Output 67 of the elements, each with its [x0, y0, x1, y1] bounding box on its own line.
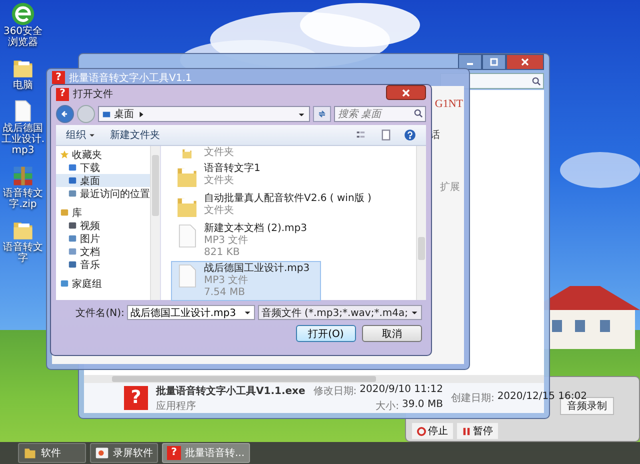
file-item[interactable]: 自动批量真人配音软件V2.6 ( win版 ) 文件夹 [171, 191, 376, 221]
file-type: 应用程序 [156, 400, 197, 412]
taskbar-label: 录屏软件 [113, 447, 153, 460]
desktop-icon[interactable]: 360安全浏览器 [0, 2, 46, 48]
navigation-item[interactable]: 桌面 [56, 174, 150, 187]
app-icon: ? [124, 386, 148, 410]
file-name: 批量语音转文字小工具V1.1.exe [156, 384, 306, 398]
file-size: 7.54 MB [204, 287, 246, 299]
taskbar-button[interactable]: 录屏软件 [90, 443, 158, 463]
desktop-icon[interactable]: 战后德国工业设计.mp3 [0, 99, 46, 156]
file-item[interactable]: 新建文本文档 (2).mp3 MP3 文件 821 KB [171, 221, 321, 261]
navigation-item[interactable]: 音乐 [56, 258, 150, 271]
app-icon: ? [52, 71, 65, 84]
file-type: MP3 文件 [204, 235, 250, 247]
file-type: 文件夹 [204, 205, 235, 217]
file-size: 821 KB [204, 247, 241, 259]
desktop-icon-label: 语音转文字.zip [2, 188, 44, 210]
desktop-icon-label: 战后德国工业设计.mp3 [0, 123, 46, 156]
navigation-item[interactable]: 视频 [56, 219, 150, 232]
desktop-icon-label: 语音转文字 [2, 242, 44, 264]
navigation-item[interactable]: 下载 [56, 161, 150, 174]
dialog-title: 打开文件 [73, 88, 113, 101]
file-type: 文件夹 [204, 175, 235, 187]
navigation-item[interactable]: 最近访问的位置 [56, 187, 150, 200]
desktop-icon-label: 电脑 [13, 80, 33, 91]
file-type-dropdown[interactable]: 音频文件 (*.mp3;*.wav;*.m4a; [258, 305, 422, 320]
file-name-label: 文件名(N): [76, 306, 124, 320]
organize-menu[interactable]: 组织 [62, 127, 100, 143]
file-item[interactable]: 语音转文字1 文件夹 [171, 161, 321, 191]
taskbar-button[interactable]: 软件 [18, 443, 86, 463]
modified-label: 修改日期: [313, 384, 357, 398]
size-label: 大小: [376, 400, 399, 412]
file-item[interactable]: 文件夹 [171, 146, 321, 161]
file-item[interactable]: 战后德国工业设计.mp3 MP3 文件 7.54 MB [171, 261, 321, 301]
file-name: 战后德国工业设计.mp3 [204, 263, 310, 274]
file-name: 新建文本文档 (2).mp3 [204, 223, 307, 234]
file-name-field[interactable]: 战后德国工业设计.mp3 [127, 305, 256, 320]
file-size: 39.0 MB [402, 398, 443, 412]
search-field[interactable]: 搜索 桌面 [334, 106, 426, 122]
file-type: 文件夹 [204, 147, 234, 159]
taskbar-button[interactable]: ? 批量语音转... [162, 443, 250, 463]
taskbar-label: 批量语音转... [185, 446, 245, 460]
taskbar-label: 软件 [41, 447, 61, 460]
file-name: 语音转文字1 [204, 163, 260, 174]
navigation-item[interactable]: 文档 [56, 245, 150, 258]
modified-date: 2020/9/10 11:12 [360, 384, 443, 396]
stop-button[interactable]: 停止 [412, 423, 453, 439]
open-button[interactable]: 打开(O) [296, 325, 356, 342]
desktop-icon[interactable]: 语音转文字.zip [0, 164, 46, 210]
file-type: MP3 文件 [204, 275, 250, 287]
file-name: 自动批量真人配音软件V2.6 ( win版 ) [204, 193, 372, 204]
new-folder-button[interactable]: 新建文件夹 [106, 127, 164, 143]
navigation-item[interactable]: 收藏夹 [56, 148, 150, 161]
app-icon: ? [56, 88, 69, 100]
label-text: 扩展 [440, 180, 460, 194]
brand-text: G1NT [434, 98, 463, 110]
created-label: 创建日期: [450, 392, 494, 405]
address-bar[interactable]: 桌面 [98, 106, 310, 122]
app-icon: ? [167, 446, 181, 460]
desktop-icon-label: 360安全浏览器 [2, 26, 44, 48]
navigation-item[interactable]: 图片 [56, 232, 150, 245]
window-title: 批量语音转文字小工具V1.1 [69, 72, 192, 84]
desktop-icon[interactable]: 电脑 [0, 56, 46, 91]
navigation-item[interactable]: 库 [56, 206, 150, 219]
navigation-item[interactable]: 家庭组 [56, 277, 150, 290]
pause-button[interactable]: 暂停 [457, 423, 498, 439]
cancel-button[interactable]: 取消 [362, 325, 422, 342]
